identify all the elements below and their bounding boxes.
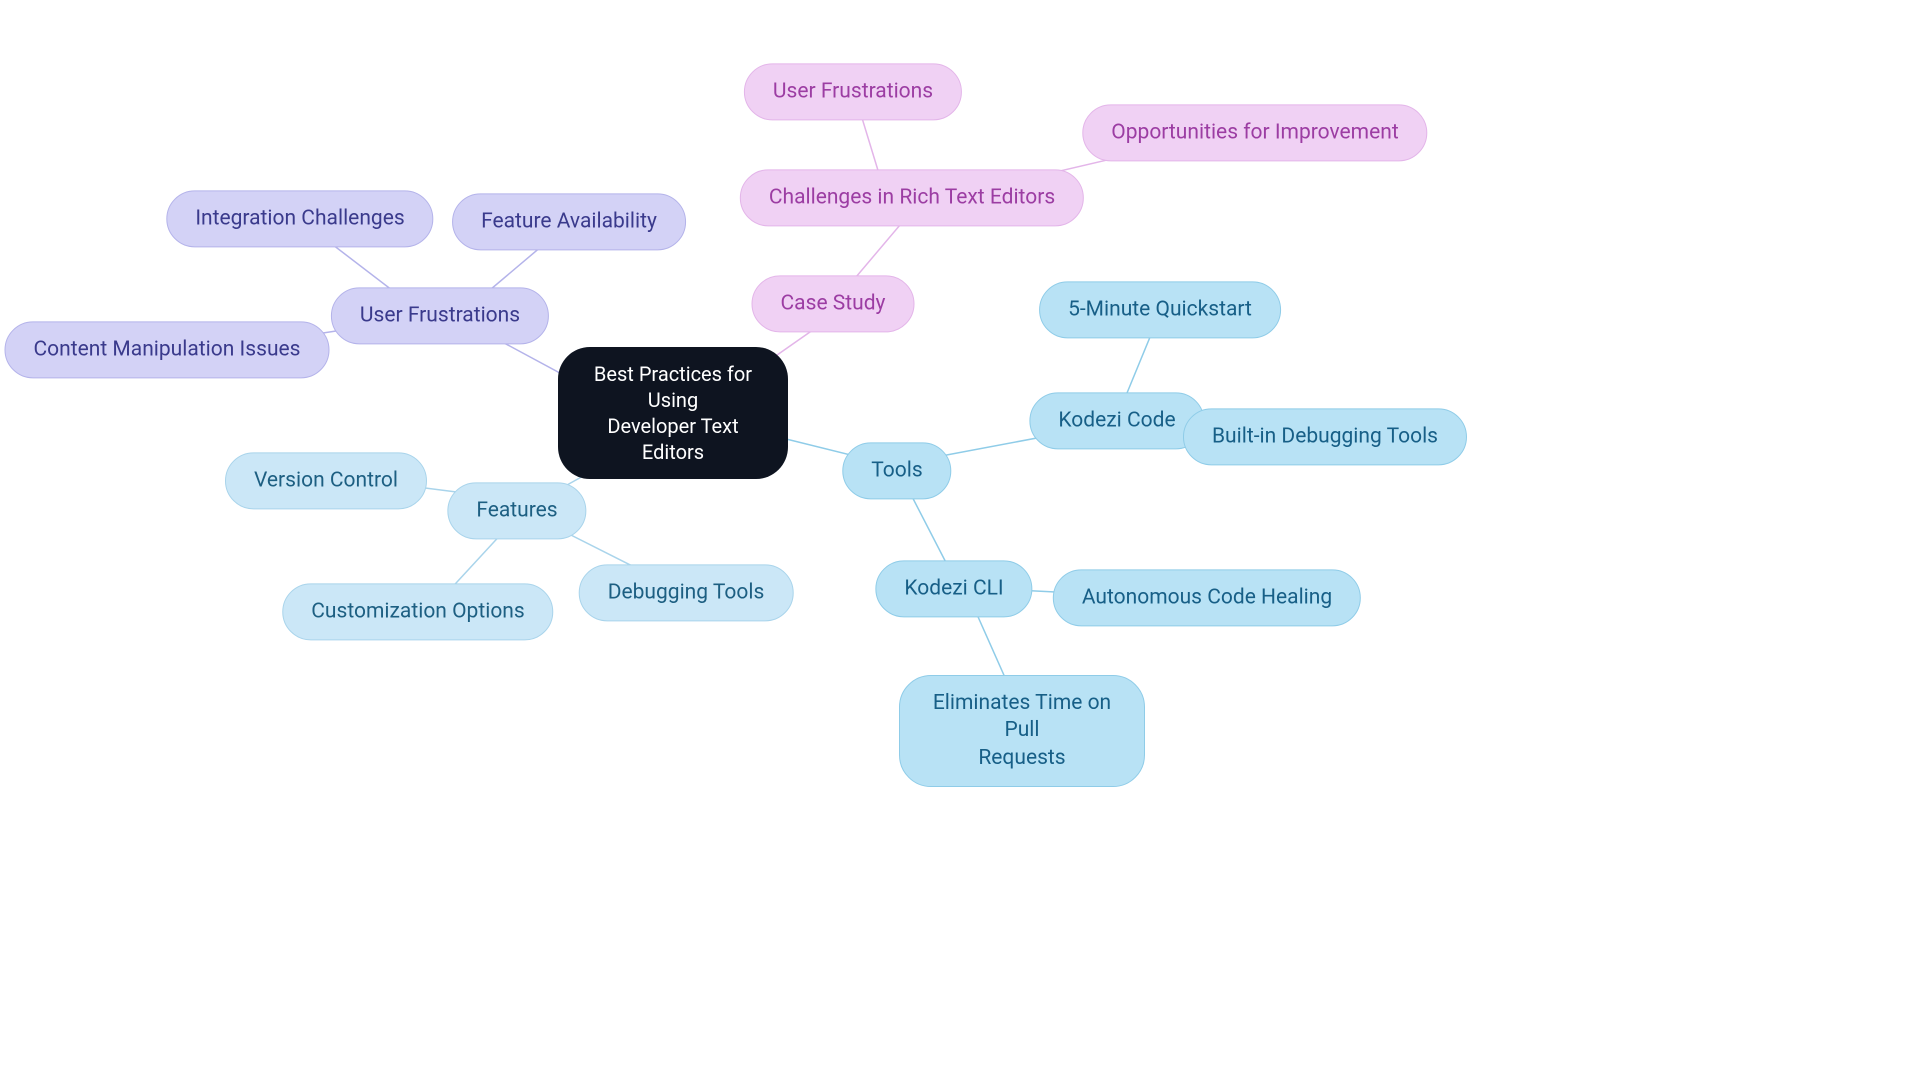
healing-node: Autonomous Code Healing — [1053, 569, 1361, 626]
case-study-node: Case Study — [752, 275, 915, 332]
root-node: Best Practices for Using Developer Text … — [558, 347, 788, 479]
pull-requests-node: Eliminates Time on Pull Requests — [899, 675, 1145, 787]
challenges-rte-node: Challenges in Rich Text Editors — [740, 169, 1084, 226]
user-frustrations-node: User Frustrations — [331, 287, 549, 344]
quickstart-node: 5-Minute Quickstart — [1039, 281, 1281, 338]
kodezi-code-node: Kodezi Code — [1029, 392, 1204, 449]
debug-tools-node: Built-in Debugging Tools — [1183, 408, 1467, 465]
customization-node: Customization Options — [282, 583, 553, 640]
integration-challenges-node: Integration Challenges — [166, 190, 433, 247]
opportunities-node: Opportunities for Improvement — [1082, 104, 1427, 161]
debugging-tools-node: Debugging Tools — [579, 564, 794, 621]
tools-node: Tools — [842, 442, 951, 499]
features-node: Features — [447, 482, 586, 539]
feature-availability-node: Feature Availability — [452, 193, 686, 250]
cs-user-frustrations-node: User Frustrations — [744, 63, 962, 120]
kodezi-cli-node: Kodezi CLI — [875, 560, 1032, 617]
mindmap-canvas: Best Practices for Using Developer Text … — [0, 0, 1920, 1083]
version-control-node: Version Control — [225, 452, 427, 509]
content-manipulation-node: Content Manipulation Issues — [5, 321, 330, 378]
